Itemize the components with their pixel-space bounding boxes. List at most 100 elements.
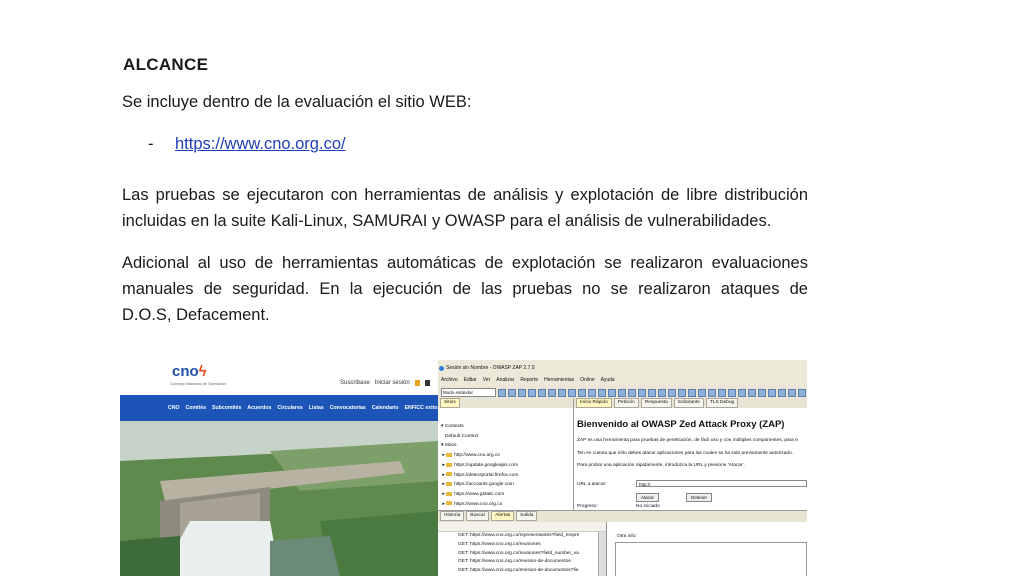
zap-menu-bar: Archivo Editar Ver Analizar Reporte Herr… — [438, 377, 807, 386]
nav-item[interactable]: Subcomités — [212, 405, 241, 411]
menu-item[interactable]: Ver — [483, 377, 491, 386]
folder-icon — [446, 501, 453, 506]
toolbar-icon[interactable] — [708, 389, 716, 397]
cno-subtitle: Consejo Nacional de Operación — [170, 381, 227, 386]
toolbar-icon[interactable] — [598, 389, 606, 397]
stop-button[interactable]: Detener — [686, 493, 713, 502]
toolbar-icon[interactable] — [518, 389, 526, 397]
menu-item[interactable]: Herramientas — [544, 377, 574, 386]
toolbar-icon[interactable] — [528, 389, 536, 397]
toolbar-icon[interactable] — [648, 389, 656, 397]
toolbar-icon[interactable] — [788, 389, 796, 397]
toolbar-icon[interactable] — [538, 389, 546, 397]
url-label: URL a atacar: — [577, 482, 607, 487]
sites-panel: Sitios ▾ Contexts Default Context ▾ Siti… — [438, 398, 574, 510]
nav-item[interactable]: CNO — [168, 405, 180, 411]
toolbar-icon[interactable] — [508, 389, 516, 397]
section-heading: ALCANCE — [123, 55, 209, 74]
info-textarea[interactable] — [615, 542, 807, 576]
list-item[interactable]: GET: https://www.cno.org.co/representant… — [458, 532, 608, 541]
mode-select[interactable]: Modo estándar — [441, 388, 496, 397]
toolbar-icon[interactable] — [558, 389, 566, 397]
paragraph-line: Adicional al uso de herramientas automát… — [122, 254, 808, 272]
menu-item[interactable]: Archivo — [441, 377, 458, 386]
tab-sites[interactable]: Sitios — [440, 398, 460, 408]
nav-item[interactable]: Convocatorias — [330, 405, 366, 411]
tab-request[interactable]: Petición — [613, 398, 639, 408]
login-link[interactable]: Iniciar sesión — [375, 380, 410, 386]
toolbar-icon[interactable] — [778, 389, 786, 397]
tab-tls-debug[interactable]: TLS Debug — [705, 398, 739, 408]
toolbar-icon[interactable] — [498, 389, 506, 397]
workspace-panel: Inicio Rápido Petición Respuesta Solicit… — [574, 398, 807, 510]
embedded-screenshot: cnoϟ Consejo Nacional de Operación Suscr… — [120, 360, 807, 576]
toolbar-icon[interactable] — [638, 389, 646, 397]
menu-item[interactable]: Reporte — [520, 377, 538, 386]
subscribe-link[interactable]: Suscribase — [340, 380, 370, 386]
tab-response[interactable]: Respuesta — [640, 398, 672, 408]
nav-item[interactable]: Circulares — [277, 405, 302, 411]
info-label: Otra info: — [617, 534, 637, 539]
tree-item[interactable]: ▾ Contexts — [441, 422, 518, 432]
toolbar-icon[interactable] — [568, 389, 576, 397]
toolbar-icon[interactable] — [798, 389, 806, 397]
tree-item[interactable]: ▸ https://www.cno.org.co — [441, 500, 518, 510]
tree-item[interactable]: ▸ https://accounts.google.com — [441, 480, 518, 490]
toolbar-icon[interactable] — [658, 389, 666, 397]
tree-item[interactable]: Default Context — [441, 432, 518, 442]
toolbar-icon[interactable] — [668, 389, 676, 397]
toolbar-icon[interactable] — [758, 389, 766, 397]
tab-quick-start[interactable]: Inicio Rápido — [576, 398, 612, 408]
body-line: ZAP es una herramienta para pruebas de p… — [577, 438, 798, 443]
dam-illustration — [120, 421, 438, 576]
progress-value: No iniciado — [636, 504, 660, 509]
nav-item[interactable]: Calendario — [372, 405, 399, 411]
toolbar-icon[interactable] — [738, 389, 746, 397]
toolbar-icon[interactable] — [698, 389, 706, 397]
toolbar-icon[interactable] — [678, 389, 686, 397]
tree-item[interactable]: ▸ http://www.cno.org.co — [441, 451, 518, 461]
menu-item[interactable]: Analizar — [496, 377, 514, 386]
cno-logo: cnoϟ — [172, 363, 207, 380]
list-item[interactable]: GET: https://www.cno.org.co/reuniones — [458, 541, 608, 550]
tab-output[interactable]: Salida — [516, 511, 538, 521]
tab-requester[interactable]: Solicitante — [673, 398, 704, 408]
sites-tabs: Sitios — [438, 398, 573, 408]
toolbar-icon[interactable] — [588, 389, 596, 397]
website-link[interactable]: https://www.cno.org.co/ — [175, 135, 346, 154]
toolbar-icon[interactable] — [728, 389, 736, 397]
toolbar-icon[interactable] — [688, 389, 696, 397]
nav-item[interactable]: Comités — [186, 405, 206, 411]
user-icon — [414, 380, 420, 386]
attack-button[interactable]: Atacar — [636, 493, 660, 502]
list-item[interactable]: GET: https://www.cno.org.co/revision-de-… — [458, 567, 608, 576]
toolbar-icon[interactable] — [748, 389, 756, 397]
tree-item[interactable]: ▸ https://www.gstatic.com — [441, 490, 518, 500]
list-scrollbar[interactable] — [598, 532, 606, 576]
toolbar-icon[interactable] — [718, 389, 726, 397]
toolbar-icon[interactable] — [768, 389, 776, 397]
toolbar-icon[interactable] — [548, 389, 556, 397]
nav-item[interactable]: Acuerdos — [247, 405, 271, 411]
nav-item[interactable]: Listas — [309, 405, 324, 411]
list-item[interactable]: GET: https://www.cno.org.co/revision-de-… — [458, 558, 608, 567]
menu-item[interactable]: Editar — [464, 377, 477, 386]
bullet-marker: - — [148, 135, 154, 153]
toolbar-icon[interactable] — [628, 389, 636, 397]
toolbar-icon[interactable] — [578, 389, 586, 397]
tab-history[interactable]: Historia — [440, 511, 465, 521]
tree-item[interactable]: ▸ https://update.googleapis.com — [441, 461, 518, 471]
toolbar-icon[interactable] — [608, 389, 616, 397]
menu-item[interactable]: Online — [580, 377, 594, 386]
tree-item[interactable]: ▸ https://detectportal.firefox.com — [441, 471, 518, 481]
tab-alerts[interactable]: Alertas — [491, 511, 515, 521]
intro-paragraph: Se incluye dentro de la evaluación el si… — [122, 93, 472, 111]
zap-title-bar: Sesión sin Nombre - OWASP ZAP 2.7.0 — [438, 365, 807, 376]
toolbar-icon[interactable] — [618, 389, 626, 397]
tab-search[interactable]: Buscar — [466, 511, 490, 521]
folder-icon — [446, 452, 453, 457]
menu-item[interactable]: Ayuda — [601, 377, 615, 386]
list-item[interactable]: GET: https://www.cno.org.co/reuniones?fi… — [458, 550, 608, 559]
url-input[interactable]: http:// — [636, 480, 807, 487]
tree-item[interactable]: ▾ Sitios — [441, 441, 518, 451]
